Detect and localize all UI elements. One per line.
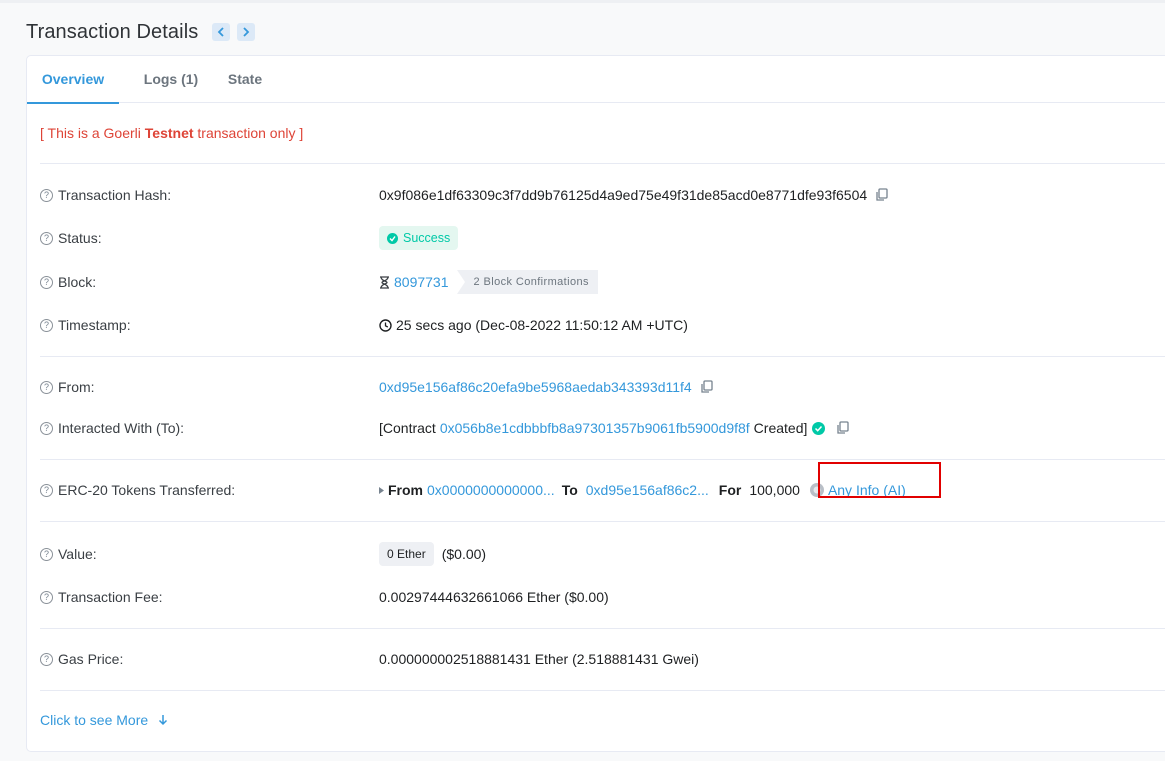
copy-icon[interactable] [836,421,850,435]
copy-icon[interactable] [700,380,714,394]
status-badge: Success [379,226,459,250]
check-circle-icon [387,232,398,244]
page-header: Transaction Details [26,18,256,46]
row-interacted-with: ? Interacted With (To): [Contract 0x056b8… [40,417,1165,439]
transaction-card: Overview Logs (1) State [ This is a Goer… [26,55,1165,752]
chevron-left-icon [218,27,224,37]
tab-state[interactable]: State [220,56,270,103]
row-from: ? From: 0xd95e156af86c20efa9be5968aedab34… [40,376,1165,398]
transaction-fee-value: 0.00297444632661066 Ether ($0.00) [379,589,609,605]
question-icon[interactable]: ? [40,188,53,202]
divider [40,459,1165,460]
from-address-link[interactable]: 0xd95e156af86c20efa9be5968aedab343393d11… [379,379,692,395]
question-icon[interactable]: ? [40,590,53,604]
highlight-box [818,462,941,498]
question-icon[interactable]: ? [40,483,53,497]
caret-right-icon [379,486,384,494]
ether-value-badge: 0 Ether [379,542,434,566]
see-more-button[interactable]: Click to see More [40,712,168,728]
token-amount: 100,000 [749,482,800,498]
timestamp-value: 25 secs ago (Dec-08-2022 11:50:12 AM +UT… [396,317,688,333]
arrow-down-icon [159,715,168,726]
gas-price-value: 0.000000002518881431 Ether (2.518881431 … [379,651,699,667]
divider [40,163,1165,164]
clock-icon [379,318,392,332]
question-icon[interactable]: ? [40,380,53,394]
tab-overview[interactable]: Overview [27,56,119,104]
page-title: Transaction Details [26,20,199,43]
divider [40,356,1165,357]
row-transaction-fee: ? Transaction Fee: 0.00297444632661066 Et… [40,586,1165,608]
check-circle-icon [812,421,826,435]
row-block: ? Block: 8097731 2 Block Confirmations [40,270,1165,294]
previous-transaction-button[interactable] [212,23,231,41]
row-erc20-transfers: ? ERC-20 Tokens Transferred: From 0x00000… [40,462,1165,501]
token-from-link[interactable]: 0x0000000000000... [427,482,555,498]
row-status: ? Status: Success [40,226,1165,250]
question-icon[interactable]: ? [40,275,53,289]
block-number-link[interactable]: 8097731 [394,274,449,290]
next-transaction-button[interactable] [237,23,256,41]
block-confirmations-badge: 2 Block Confirmations [456,270,598,294]
row-value: ? Value: 0 Ether ($0.00) [40,542,1165,566]
row-timestamp: ? Timestamp: 25 secs ago (Dec-08-2022 11:… [40,314,1165,336]
question-icon[interactable]: ? [40,421,53,435]
question-icon[interactable]: ? [40,231,53,245]
copy-icon[interactable] [875,188,889,202]
transaction-hash-value: 0x9f086e1df63309c3f7dd9b76125d4a9ed75e49… [379,187,868,203]
contract-address-link[interactable]: 0x056b8e1cdbbbfb8a97301357b9061fb5900d9f… [440,420,750,436]
question-icon[interactable]: ? [40,547,53,561]
question-icon[interactable]: ? [40,318,53,332]
tab-bar: Overview Logs (1) State [27,56,1165,104]
chevron-right-icon [243,27,250,37]
usd-value: ($0.00) [441,546,487,562]
tab-logs[interactable]: Logs (1) [131,56,211,103]
question-icon[interactable]: ? [40,652,53,666]
top-divider [0,0,1165,3]
testnet-notice: [ This is a Goerli Testnet transaction o… [40,125,304,141]
row-transaction-hash: ? Transaction Hash: 0x9f086e1df63309c3f7d… [40,184,1165,206]
row-gas-price: ? Gas Price: 0.000000002518881431 Ether (… [40,648,1165,670]
token-to-link[interactable]: 0xd95e156af86c2... [586,482,709,498]
divider [40,628,1165,629]
divider [40,521,1165,522]
divider [40,690,1165,691]
hourglass-icon [380,275,389,289]
